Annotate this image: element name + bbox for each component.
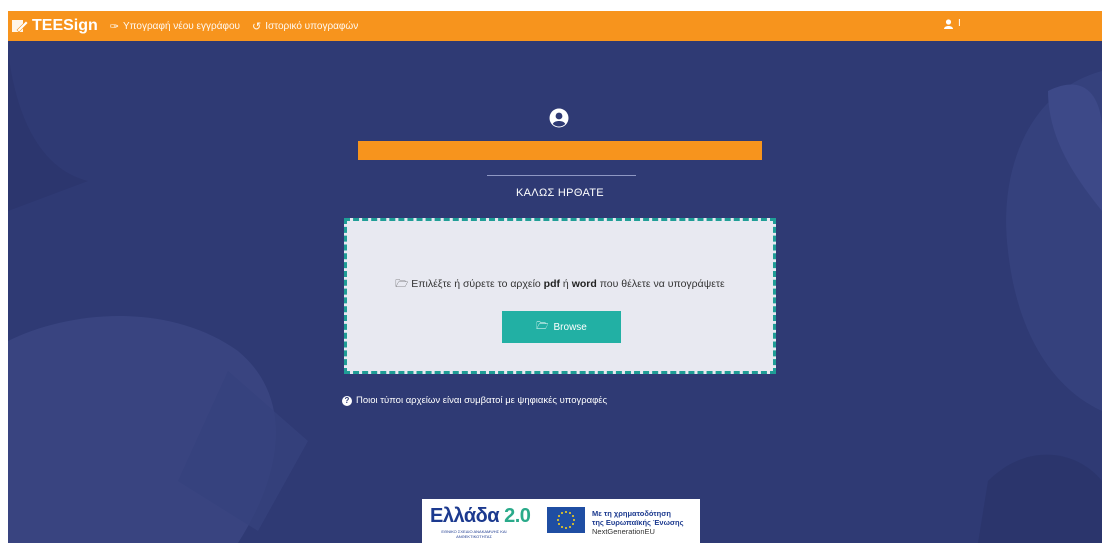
dropzone-pdf: pdf (543, 278, 560, 290)
user-avatar-icon (549, 108, 569, 128)
funding-logo: Ελλάδα 2.0 ΕΘΝΙΚΟ ΣΧΕΔΙΟ ΑΝΑΚΑΜΨΗΣ ΚΑΙ Α… (422, 499, 700, 543)
greece-logo-text: Ελλάδα (430, 505, 500, 527)
brand-name: TEESign (32, 17, 98, 34)
nav-new-signature[interactable]: ✑ Υπογραφή νέου εγγράφου (110, 20, 240, 33)
user-icon (944, 18, 953, 29)
question-icon: ? (342, 395, 352, 406)
signature-icon: ✑ (109, 20, 119, 33)
folder-open-icon: 🗁 (395, 278, 409, 290)
divider-line (487, 175, 636, 176)
dropzone-text-suffix: που θέλετε να υπογράψετε (599, 278, 725, 290)
nav-signature-history-label: Ιστορικό υπογραφών (265, 20, 359, 32)
top-navbar: TEESign ✑ Υπογραφή νέου εγγράφου ↺ Ιστορ… (8, 11, 1102, 41)
greece-2-0-logo: Ελλάδα 2.0 ΕΘΝΙΚΟ ΣΧΕΔΙΟ ΑΝΑΚΑΜΨΗΣ ΚΑΙ Α… (430, 505, 531, 539)
nav-new-signature-label: Υπογραφή νέου εγγράφου (123, 20, 240, 32)
dropzone-instructions: 🗁 Επιλέξτε ή σύρετε το αρχείο pdf ή word… (347, 276, 773, 294)
compatible-files-help-link[interactable]: ? Ποιοι τύποι αρχείων είναι συμβατοί με … (342, 395, 607, 406)
file-dropzone[interactable]: 🗁 Επιλέξτε ή σύρετε το αρχείο pdf ή word… (344, 218, 776, 374)
dropzone-or: ή (562, 278, 569, 290)
eu-line-3: NextGenerationEU (592, 527, 655, 536)
folder-icon: 🗁 (536, 320, 549, 332)
user-name: I (958, 18, 961, 29)
browse-button[interactable]: 🗁 Browse (502, 311, 621, 343)
dropzone-text-prefix: Επιλέξτε ή σύρετε το αρχείο (411, 278, 541, 290)
eu-flag-icon (547, 507, 585, 533)
nav-signature-history[interactable]: ↺ Ιστορικό υπογραφών (252, 20, 358, 33)
app-frame: TEESign ✑ Υπογραφή νέου εγγράφου ↺ Ιστορ… (8, 11, 1102, 543)
browse-label: Browse (553, 321, 587, 333)
eu-line-1: Με τη χρηματοδότηση (592, 509, 671, 518)
eu-funding-text: Με τη χρηματοδότηση της Ευρωπαϊκής Ένωση… (592, 509, 684, 536)
greece-logo-version: 2.0 (504, 505, 531, 527)
brand-logo[interactable]: TEESign (11, 17, 98, 35)
history-icon: ↺ (252, 20, 262, 33)
main-content: ΚΑΛΩΣ ΗΡΘΑΤΕ 🗁 Επιλέξτε ή σύρετε το αρχε… (8, 41, 1102, 543)
user-name-bar (358, 141, 762, 160)
greece-logo-subtitle: ΕΘΝΙΚΟ ΣΧΕΔΙΟ ΑΝΑΚΑΜΨΗΣ ΚΑΙ ΑΝΘΕΚΤΙΚΟΤΗΤ… (441, 529, 507, 539)
welcome-heading: ΚΑΛΩΣ ΗΡΘΑΤΕ (516, 187, 604, 199)
help-text: Ποιοι τύποι αρχείων είναι συμβατοί με ψη… (356, 395, 608, 406)
eu-line-2: της Ευρωπαϊκής Ένωσης (592, 518, 684, 527)
user-menu[interactable]: I (944, 18, 961, 29)
dropzone-word: word (571, 278, 597, 290)
sign-pen-icon (12, 20, 29, 33)
